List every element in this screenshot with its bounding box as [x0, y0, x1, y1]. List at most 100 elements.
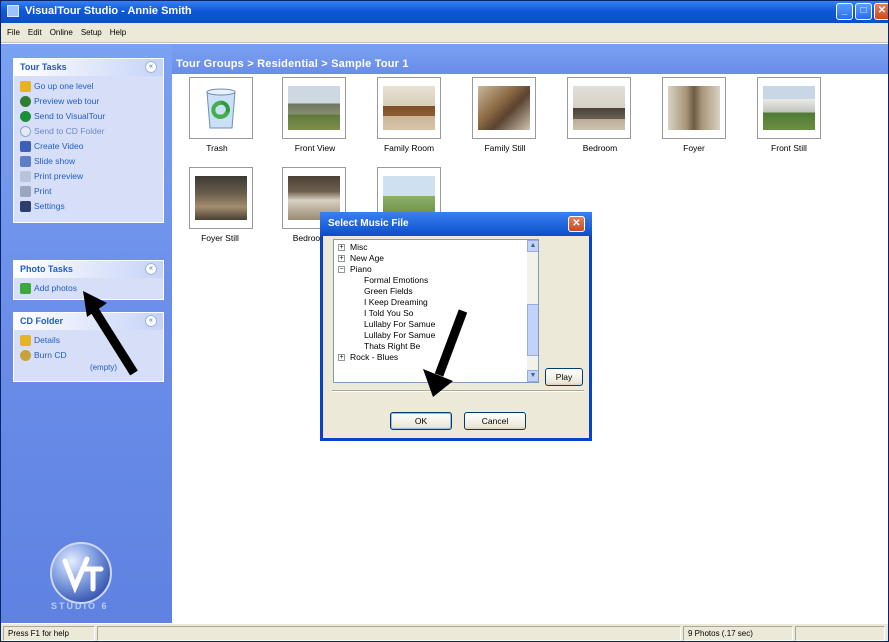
thumbnail-foyer-still[interactable]: [189, 167, 253, 229]
app-window: VisualTour Studio - Annie Smith _ □ ✕ Fi…: [0, 0, 889, 642]
scroll-up-icon[interactable]: ▲: [527, 240, 538, 252]
status-bar: Press F1 for help 9 Photos (.17 sec): [1, 623, 888, 641]
collapse-icon[interactable]: −: [338, 266, 345, 273]
menu-edit[interactable]: Edit: [24, 23, 46, 43]
window-title: VisualTour Studio - Annie Smith: [25, 5, 192, 17]
tree-scrollbar[interactable]: ▲ ▼: [527, 240, 538, 382]
tree-item[interactable]: Formal Emotions: [364, 275, 428, 286]
task-label: Print: [34, 186, 52, 196]
status-help-text: Press F1 for help: [3, 626, 95, 641]
task-label: Create Video: [34, 141, 84, 151]
photo-tasks-title: Photo Tasks: [20, 264, 73, 274]
menu-online[interactable]: Online: [46, 23, 77, 43]
photo-foyer: [668, 86, 720, 130]
menu-file[interactable]: File: [1, 23, 24, 43]
thumbnail-label: Bedroom: [582, 143, 618, 153]
task-go-up[interactable]: Go up one level: [14, 79, 163, 94]
slideshow-icon: [20, 156, 31, 167]
menu-setup[interactable]: Setup: [77, 23, 106, 43]
cancel-button[interactable]: Cancel: [464, 412, 526, 430]
print-preview-icon: [20, 171, 31, 182]
tree-item[interactable]: I Keep Dreaming: [364, 297, 428, 308]
app-icon: [7, 5, 19, 17]
breadcrumb: Tour Groups > Residential > Sample Tour …: [172, 44, 888, 74]
maximize-button[interactable]: □: [855, 3, 872, 20]
photo-foyer-still: [195, 176, 247, 220]
scroll-thumb[interactable]: [527, 304, 538, 356]
ok-button[interactable]: OK: [390, 412, 452, 430]
collapse-chevron-icon[interactable]: «: [145, 263, 157, 275]
globe-icon: [20, 111, 31, 122]
thumbnail-family-still[interactable]: [472, 77, 536, 139]
dialog-title: Select Music File: [328, 218, 409, 229]
cd-icon: [20, 126, 31, 137]
expand-icon[interactable]: +: [338, 354, 345, 361]
thumbnail-label: Front View: [294, 143, 336, 153]
tree-item[interactable]: Thats Right Be: [364, 341, 420, 352]
task-print-preview[interactable]: Print preview: [14, 169, 163, 184]
minimize-button[interactable]: _: [836, 3, 853, 20]
task-print[interactable]: Print: [14, 184, 163, 199]
task-slide-show[interactable]: Slide show: [14, 154, 163, 169]
thumbnail-bedroom[interactable]: [567, 77, 631, 139]
task-label: Settings: [34, 201, 65, 211]
title-bar[interactable]: VisualTour Studio - Annie Smith _ □ ✕: [1, 1, 888, 23]
collapse-chevron-icon[interactable]: «: [145, 315, 157, 327]
cd-folder-title: CD Folder: [20, 316, 64, 326]
folder-icon: [20, 335, 31, 346]
thumbnail-front-view[interactable]: [282, 77, 346, 139]
tree-label: Rock - Blues: [350, 352, 399, 362]
tree-label: Piano: [350, 264, 372, 274]
thumbnail-label: Foyer Still: [201, 233, 239, 243]
expand-icon[interactable]: +: [338, 255, 345, 262]
tree-item[interactable]: I Told You So: [364, 308, 413, 319]
task-label: Send to CD Folder: [34, 126, 105, 136]
task-label: Add photos: [34, 283, 78, 293]
task-send-to-visualtour[interactable]: Send to VisualTour: [14, 109, 163, 124]
close-button[interactable]: ✕: [874, 3, 888, 20]
task-label: Slide show: [34, 156, 76, 166]
expand-icon[interactable]: +: [338, 244, 345, 251]
tour-tasks-header[interactable]: Tour Tasks «: [14, 59, 163, 76]
task-preview-web-tour[interactable]: Preview web tour: [14, 94, 163, 109]
task-settings[interactable]: Settings: [14, 199, 163, 214]
thumbnail-label: Foyer: [683, 143, 705, 153]
scroll-down-icon[interactable]: ▼: [527, 370, 538, 382]
task-label: Burn CD: [34, 350, 67, 360]
thumbnail-label: Trash: [206, 143, 228, 153]
photo-front-view: [288, 86, 340, 130]
dialog-close-button[interactable]: ✕: [568, 216, 585, 232]
collapse-chevron-icon[interactable]: «: [145, 61, 157, 73]
tree-item[interactable]: Green Fields: [364, 286, 413, 297]
thumbnail-foyer[interactable]: [662, 77, 726, 139]
tree-label: New Age: [350, 253, 385, 263]
task-label: Print preview: [34, 171, 84, 181]
menu-bar: File Edit Online Setup Help: [1, 23, 888, 43]
tree-label: Misc: [350, 242, 368, 252]
burn-cd-icon: [20, 350, 31, 361]
task-send-to-cd-folder[interactable]: Send to CD Folder: [14, 124, 163, 139]
photo-front-still: [763, 86, 815, 130]
menu-help[interactable]: Help: [106, 23, 130, 43]
breadcrumb-path[interactable]: Tour Groups > Residential > Sample Tour …: [176, 58, 409, 70]
task-label: Go up one level: [34, 81, 94, 91]
task-label: Preview web tour: [34, 96, 100, 106]
trash-icon: [206, 88, 236, 129]
printer-icon: [20, 186, 31, 197]
dialog-title-bar[interactable]: Select Music File ✕: [320, 212, 592, 236]
photo-family-room: [383, 86, 435, 130]
task-create-video[interactable]: Create Video: [14, 139, 163, 154]
thumbnail-label: Family Room: [383, 143, 435, 153]
task-label: Details: [34, 335, 60, 345]
thumbnail-trash[interactable]: [189, 77, 253, 139]
thumbnail-family-room[interactable]: [377, 77, 441, 139]
photo-tasks-header[interactable]: Photo Tasks «: [14, 261, 163, 278]
photo-family-still: [478, 86, 530, 130]
task-sidebar: Tour Tasks « Go up one level Preview web…: [1, 44, 172, 624]
magnifier-icon: [20, 96, 31, 107]
thumbnail-front-still[interactable]: [757, 77, 821, 139]
settings-icon: [20, 201, 31, 212]
thumbnail-label: Family Still: [484, 143, 526, 153]
play-button[interactable]: Play: [545, 368, 583, 386]
task-label: Send to VisualTour: [34, 111, 106, 121]
